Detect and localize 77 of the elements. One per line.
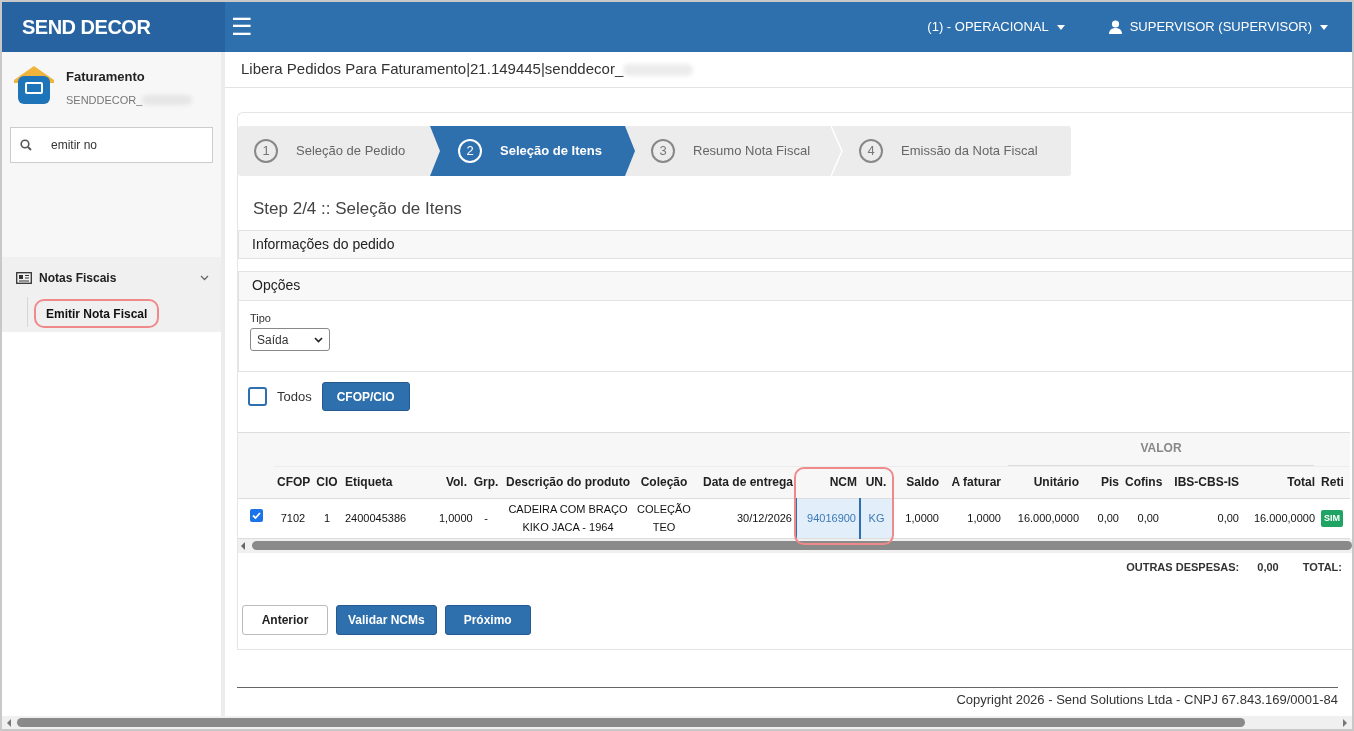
field-label: Tipo [249, 310, 272, 326]
chevron-down-icon [200, 275, 209, 281]
search-icon [20, 139, 32, 151]
scrollbar-thumb[interactable] [17, 718, 1245, 727]
column-header[interactable]: Saldo [906, 475, 939, 489]
scroll-right-icon[interactable] [1341, 718, 1349, 727]
wizard-step[interactable]: 2 Seleção de Itens [430, 126, 635, 176]
column-header[interactable]: NCM [829, 475, 857, 489]
column-header[interactable]: CIO [316, 475, 338, 489]
nav-button[interactable]: Validar NCMs [336, 604, 437, 635]
company-name: SENDDECOR_ [66, 92, 143, 108]
table-cell: 7102 [280, 512, 306, 524]
table-cell: 0,00 [1097, 512, 1119, 524]
cfop-button[interactable]: CFOP/CIO [321, 382, 410, 411]
nav-button[interactable]: Próximo [444, 604, 531, 635]
scroll-left-icon[interactable] [5, 718, 13, 727]
nav-button[interactable]: Anterior [242, 604, 328, 635]
search-field[interactable]: emitir no [10, 127, 213, 163]
caret-icon [1056, 24, 1065, 30]
scrollbar-thumb[interactable] [252, 541, 1352, 550]
column-group-header: VALOR [1008, 432, 1315, 466]
nav-item[interactable]: Emitir Nota Fiscal [34, 299, 160, 328]
user-icon [1108, 20, 1122, 34]
nav-group[interactable]: Notas Fiscais [2, 259, 221, 297]
table-cell: 1 [323, 512, 331, 524]
column-header[interactable]: Etiqueta [345, 475, 393, 489]
module-name: Faturamento [66, 68, 146, 86]
table-cell: COLEÇÃO TEO [637, 503, 691, 533]
status-badge: SIM [1321, 509, 1344, 528]
total-label: OUTRAS DESPESAS: [1126, 560, 1240, 576]
table-cell: 1,0000 [967, 512, 1001, 524]
tipo-select[interactable]: Saída [250, 328, 330, 351]
menu-icon[interactable]: ☰ [231, 15, 253, 39]
copyright-text: Copyright 2026 - Send Solutions Ltda - CNPJ 67.843.169/0001-84 [956, 691, 1338, 710]
column-header[interactable]: Vol. [445, 475, 467, 489]
wizard-step[interactable]: 1 Seleção de Pedido [238, 126, 430, 176]
column-header[interactable]: UN. [865, 475, 887, 489]
table-cell: 2400045386 [345, 512, 407, 524]
column-header[interactable]: Reti [1321, 475, 1344, 489]
table-cell: 1,0000 [439, 512, 473, 524]
column-header[interactable]: Descrição do produto [506, 475, 630, 489]
column-header[interactable]: Coleção [640, 475, 688, 489]
panel-header: Opções [239, 271, 1352, 301]
table-cell: CADEIRA COM BRAÇO KIKO JACA - 1964 [508, 503, 628, 533]
table-cell: 1,0000 [905, 512, 939, 524]
row-checkbox[interactable] [249, 508, 263, 522]
table-cell: 16.000,0000 [1253, 512, 1316, 524]
wizard-step[interactable]: 3 Resumo Nota Fiscal [635, 126, 843, 176]
total-label: TOTAL: [1302, 560, 1342, 576]
checkbox-label: Todos [277, 387, 312, 406]
page-breadcrumb: Libera Pedidos Para Faturamento|21.149445|senddecor_ [241, 59, 624, 80]
table-cell: 30/12/2026 [736, 512, 792, 524]
table-cell: 0,00 [1137, 512, 1159, 524]
column-header[interactable]: Grp. [473, 475, 499, 489]
column-header[interactable]: Total [1287, 475, 1316, 489]
table-cell: 94016900 [807, 512, 856, 524]
table-cell: 16.000,0000 [1017, 512, 1079, 524]
column-header[interactable]: A faturar [951, 475, 1001, 489]
column-header[interactable]: Pis [1101, 475, 1119, 489]
column-header[interactable]: Unitário [1033, 475, 1079, 489]
panel-header: Informações do pedido [238, 229, 1352, 259]
wizard-step[interactable]: 4 Emissão da Nota Fiscal [843, 126, 1071, 176]
user-menu[interactable]: SUPERVISOR (SUPERVISOR) [1108, 17, 1328, 37]
table-cell: 0,00 [1217, 512, 1239, 524]
column-header[interactable]: Data de entrega [702, 475, 793, 489]
table-cell: KG [868, 512, 885, 524]
newspaper-icon [16, 272, 32, 284]
caret-icon [314, 336, 323, 343]
context-dropdown[interactable]: (1) - OPERACIONAL [927, 17, 1065, 37]
column-header[interactable]: CFOP [277, 475, 311, 489]
table-cell: - [484, 512, 488, 524]
column-header[interactable]: IBS-CBS-IS [1174, 475, 1239, 489]
caret-icon [1320, 24, 1328, 30]
select-all-checkbox[interactable] [248, 387, 267, 406]
step-title: Step 2/4 :: Seleção de Itens [252, 198, 463, 220]
column-header[interactable]: Cofins [1125, 475, 1163, 489]
total-value: 0,00 [1257, 560, 1279, 576]
